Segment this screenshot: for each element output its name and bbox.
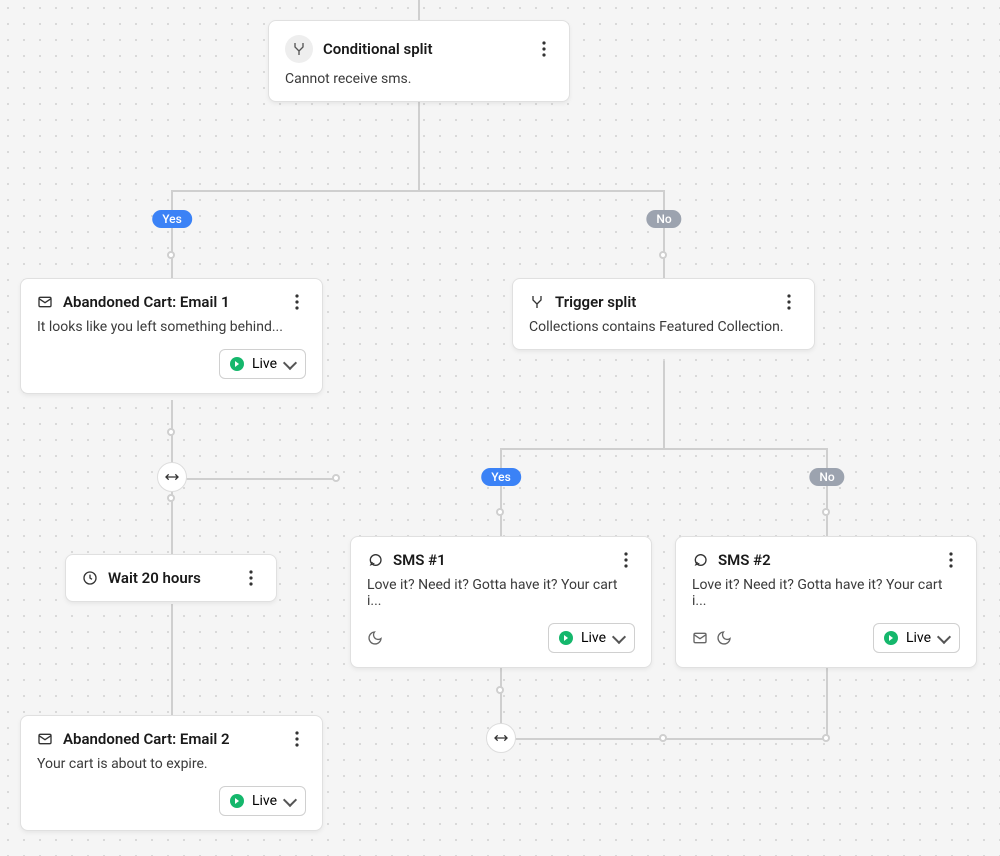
status-label: Live	[252, 793, 277, 809]
card-title: SMS #1	[393, 551, 607, 569]
card-title: Conditional split	[323, 40, 525, 58]
conditional-split-card[interactable]: Conditional split Cannot receive sms.	[268, 20, 570, 102]
wait-label: Wait 20 hours	[108, 569, 232, 587]
chevron-down-icon	[283, 792, 297, 806]
sms2-card[interactable]: SMS #2 Love it? Need it? Gotta have it? …	[675, 536, 977, 668]
split-icon	[285, 35, 313, 63]
sms1-card[interactable]: SMS #1 Love it? Need it? Gotta have it? …	[350, 536, 652, 668]
wait-card[interactable]: Wait 20 hours	[65, 554, 277, 602]
connector-dot	[822, 734, 830, 742]
merge-node-left[interactable]	[157, 462, 187, 492]
card-subtitle: It looks like you left something behind.…	[37, 319, 306, 335]
connector-dot	[496, 508, 504, 516]
branch-no-pill: No	[809, 468, 844, 486]
status-dropdown[interactable]: Live	[548, 623, 635, 653]
trigger-split-card[interactable]: Trigger split Collections contains Featu…	[512, 278, 815, 350]
mail-icon	[37, 731, 53, 747]
mail-icon	[692, 630, 708, 646]
connector-dot	[822, 508, 830, 516]
status-dropdown[interactable]: Live	[873, 623, 960, 653]
branch-yes-pill: Yes	[152, 210, 192, 228]
status-label: Live	[581, 630, 606, 646]
card-subtitle: Collections contains Featured Collection…	[529, 319, 798, 335]
status-label: Live	[252, 356, 277, 372]
card-subtitle: Your cart is about to expire.	[37, 756, 306, 772]
connector	[500, 448, 827, 450]
connector-dot	[659, 734, 667, 742]
dots-vertical-icon	[542, 41, 546, 57]
connector-dot	[167, 251, 175, 259]
play-icon	[884, 631, 898, 645]
connector	[186, 478, 337, 480]
play-icon	[559, 631, 573, 645]
chevron-down-icon	[612, 629, 626, 643]
chevron-down-icon	[937, 629, 951, 643]
dots-vertical-icon	[787, 294, 791, 310]
connector-dot	[659, 251, 667, 259]
dots-vertical-icon	[624, 552, 628, 568]
more-button[interactable]	[288, 730, 306, 748]
card-subtitle: Love it? Need it? Gotta have it? Your ca…	[692, 577, 960, 609]
card-title: Trigger split	[555, 293, 770, 311]
merge-node-right[interactable]	[486, 723, 516, 753]
more-button[interactable]	[535, 40, 553, 58]
branch-no-pill: No	[646, 210, 681, 228]
card-title: Abandoned Cart: Email 2	[63, 730, 278, 748]
play-icon	[230, 794, 244, 808]
more-button[interactable]	[617, 551, 635, 569]
more-button[interactable]	[780, 293, 798, 311]
merge-icon	[164, 469, 180, 485]
connector	[826, 448, 828, 536]
more-button[interactable]	[288, 293, 306, 311]
connector	[171, 190, 664, 192]
connector-dot	[167, 428, 175, 436]
dots-vertical-icon	[949, 552, 953, 568]
card-title: SMS #2	[718, 551, 932, 569]
connector	[826, 659, 828, 739]
more-button[interactable]	[942, 551, 960, 569]
mail-icon	[37, 294, 53, 310]
chevron-down-icon	[283, 355, 297, 369]
connector-dot	[332, 474, 340, 482]
dots-vertical-icon	[295, 294, 299, 310]
connector	[171, 604, 173, 716]
status-label: Live	[906, 630, 931, 646]
play-icon	[230, 357, 244, 371]
connector	[663, 190, 665, 280]
dots-vertical-icon	[295, 731, 299, 747]
card-title: Abandoned Cart: Email 1	[63, 293, 278, 311]
email1-card[interactable]: Abandoned Cart: Email 1 It looks like yo…	[20, 278, 323, 394]
connector	[171, 190, 173, 280]
dots-vertical-icon	[249, 570, 253, 586]
merge-icon	[493, 730, 509, 746]
connector	[663, 361, 665, 449]
card-subtitle: Cannot receive sms.	[285, 71, 553, 87]
message-icon	[367, 552, 383, 568]
status-dropdown[interactable]: Live	[219, 349, 306, 379]
moon-icon	[716, 630, 732, 646]
connector-dot	[167, 494, 175, 502]
branch-yes-pill: Yes	[481, 468, 521, 486]
connector-dot	[496, 686, 504, 694]
more-button[interactable]	[242, 569, 260, 587]
status-dropdown[interactable]: Live	[219, 786, 306, 816]
clock-icon	[82, 570, 98, 586]
moon-icon	[367, 630, 383, 646]
branch-icon	[291, 41, 307, 57]
message-icon	[692, 552, 708, 568]
connector	[500, 448, 502, 536]
branch-icon	[529, 294, 545, 310]
email2-card[interactable]: Abandoned Cart: Email 2 Your cart is abo…	[20, 715, 323, 831]
card-subtitle: Love it? Need it? Gotta have it? Your ca…	[367, 577, 635, 609]
